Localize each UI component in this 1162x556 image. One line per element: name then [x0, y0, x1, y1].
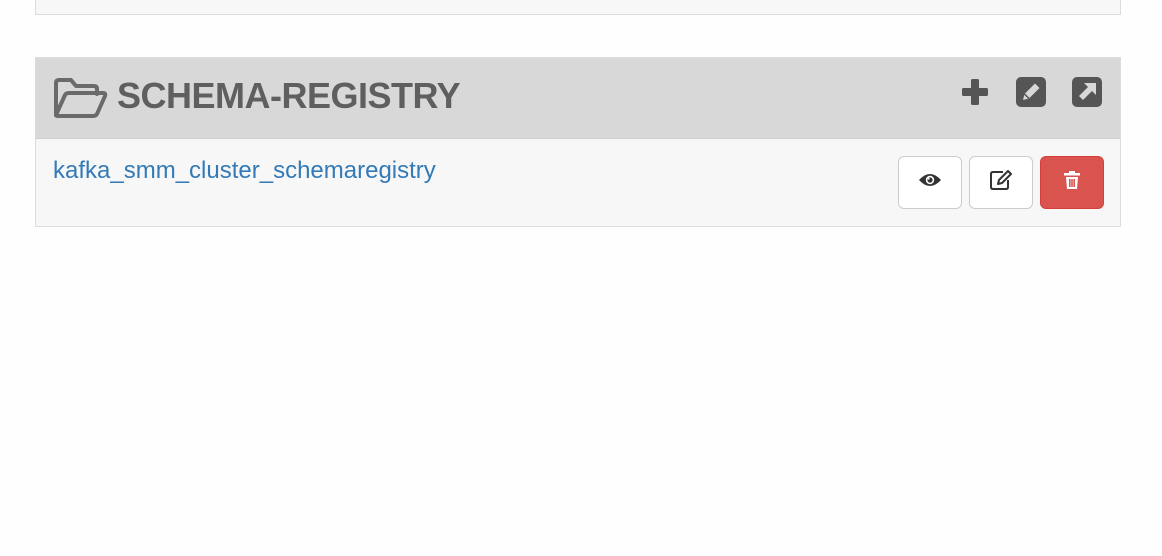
panel-header: SCHEMA-REGISTRY: [36, 58, 1120, 139]
plus-icon: [960, 77, 990, 112]
page: SCHEMA-REGISTRY kafka_smm_cluster_schema…: [0, 0, 1162, 556]
external-link-square-icon: [1071, 76, 1103, 113]
edit-button[interactable]: [969, 156, 1033, 209]
edit-all-button[interactable]: [1014, 76, 1048, 112]
delete-button[interactable]: [1040, 156, 1104, 209]
trash-icon: [1063, 170, 1081, 195]
previous-panel-bottom: [35, 0, 1121, 15]
edit-square-icon: [1015, 76, 1047, 113]
edit-icon: [989, 169, 1013, 196]
open-external-button[interactable]: [1070, 76, 1104, 112]
add-button[interactable]: [958, 76, 992, 112]
view-button[interactable]: [898, 156, 962, 209]
folder-open-icon: [52, 77, 108, 119]
header-actions: [958, 76, 1104, 112]
list-item: kafka_smm_cluster_schemaregistry: [36, 139, 1120, 226]
panel-title: SCHEMA-REGISTRY: [117, 75, 461, 116]
eye-icon: [918, 172, 942, 193]
schema-registry-panel: SCHEMA-REGISTRY kafka_smm_cluster_schema…: [35, 57, 1121, 227]
schema-registry-link[interactable]: kafka_smm_cluster_schemaregistry: [53, 156, 436, 186]
row-actions: [898, 156, 1104, 209]
